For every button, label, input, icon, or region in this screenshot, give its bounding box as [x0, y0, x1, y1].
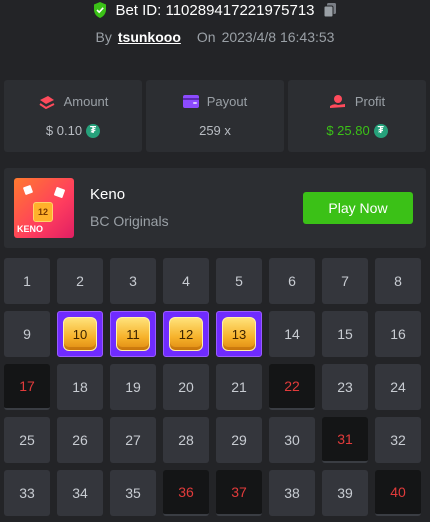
money-icon [39, 95, 55, 109]
keno-cell: 9 [4, 311, 50, 357]
keno-cell: 30 [269, 417, 315, 463]
stat-payout-value: 259 x [199, 123, 231, 138]
keno-cell: 15 [322, 311, 368, 357]
keno-cell: 27 [110, 417, 156, 463]
keno-cell: 38 [269, 470, 315, 516]
play-now-button[interactable]: Play Now [303, 192, 413, 224]
keno-cell: 20 [163, 364, 209, 410]
tether-icon: ₮ [373, 123, 388, 138]
by-label: By [95, 29, 112, 45]
keno-cell: 1 [4, 258, 50, 304]
keno-cell: 28 [163, 417, 209, 463]
bet-header: Bet ID: 110289417221975713 By tsunkooo O… [0, 0, 430, 60]
stat-payout-label: Payout [206, 94, 248, 109]
keno-cell: 19 [110, 364, 156, 410]
keno-cell: 8 [375, 258, 421, 304]
keno-ball-icon: 12 [33, 202, 53, 222]
keno-cell-number: 13 [222, 317, 256, 351]
tether-icon: ₮ [86, 123, 101, 138]
keno-logo: KENO [17, 224, 44, 234]
keno-cell: 21 [216, 364, 262, 410]
keno-cell-miss: 31 [322, 417, 368, 463]
bet-id-text: Bet ID: 110289417221975713 [115, 1, 315, 19]
keno-cell: 32 [375, 417, 421, 463]
keno-cell: 2 [57, 258, 103, 304]
keno-cell-miss: 22 [269, 364, 315, 410]
keno-cell-miss: 36 [163, 470, 209, 516]
keno-cell: 16 [375, 311, 421, 357]
keno-cell: 18 [57, 364, 103, 410]
keno-cell-number: 11 [116, 317, 150, 351]
keno-cell: 34 [57, 470, 103, 516]
keno-cell-hit: 10 [57, 311, 103, 357]
keno-cell: 14 [269, 311, 315, 357]
keno-cell-hit: 12 [163, 311, 209, 357]
game-provider: BC Originals [90, 213, 169, 229]
keno-cell: 3 [110, 258, 156, 304]
keno-cell: 29 [216, 417, 262, 463]
keno-cell: 5 [216, 258, 262, 304]
stat-amount-value: $ 0.10 [45, 123, 83, 138]
dice-icon [22, 184, 34, 196]
game-card: 12 KENO Keno BC Originals Play Now [4, 168, 426, 248]
keno-board: 1 2 3 4 5 6 7 8 9 10 11 12 13 14 15 16 17 18 19 20 21 22 23 24 2… [4, 258, 426, 522]
profit-hand-icon [329, 95, 345, 108]
keno-cell: 6 [269, 258, 315, 304]
keno-cell: 24 [375, 364, 421, 410]
keno-cell-hit: 13 [216, 311, 262, 357]
keno-cell: 4 [163, 258, 209, 304]
username-link[interactable]: tsunkooo [118, 29, 181, 45]
bet-stats: Amount $ 0.10 ₮ Payout 259 x Profit $ 25… [4, 80, 426, 152]
keno-cell: 23 [322, 364, 368, 410]
keno-cell-hit: 11 [110, 311, 156, 357]
stat-profit: Profit $ 25.80 ₮ [288, 80, 426, 152]
wallet-icon [182, 95, 199, 108]
stat-amount-label: Amount [63, 94, 109, 109]
keno-cell-number: 10 [63, 317, 97, 351]
game-title[interactable]: Keno [90, 186, 125, 203]
stat-profit-label: Profit [354, 94, 386, 109]
keno-cell: 35 [110, 470, 156, 516]
stat-profit-value: $ 25.80 [326, 123, 370, 138]
keno-cell: 25 [4, 417, 50, 463]
keno-cell: 26 [57, 417, 103, 463]
keno-cell: 39 [322, 470, 368, 516]
on-label: On [196, 29, 216, 45]
keno-cell: 7 [322, 258, 368, 304]
keno-cell-number: 12 [169, 317, 203, 351]
dice-icon [53, 186, 66, 199]
copy-icon[interactable] [323, 2, 337, 18]
keno-cell-miss: 37 [216, 470, 262, 516]
keno-cell-miss: 40 [375, 470, 421, 516]
bet-datetime: 2023/4/8 16:43:53 [221, 29, 335, 45]
bet-id-row: Bet ID: 110289417221975713 [0, 0, 430, 20]
keno-cell-miss: 17 [4, 364, 50, 410]
stat-payout: Payout 259 x [146, 80, 284, 152]
stat-amount: Amount $ 0.10 ₮ [4, 80, 142, 152]
shield-check-icon [94, 2, 107, 18]
keno-thumbnail[interactable]: 12 KENO [14, 178, 74, 238]
bet-meta-row: By tsunkooo On 2023/4/8 16:43:53 [0, 28, 430, 46]
keno-cell: 33 [4, 470, 50, 516]
